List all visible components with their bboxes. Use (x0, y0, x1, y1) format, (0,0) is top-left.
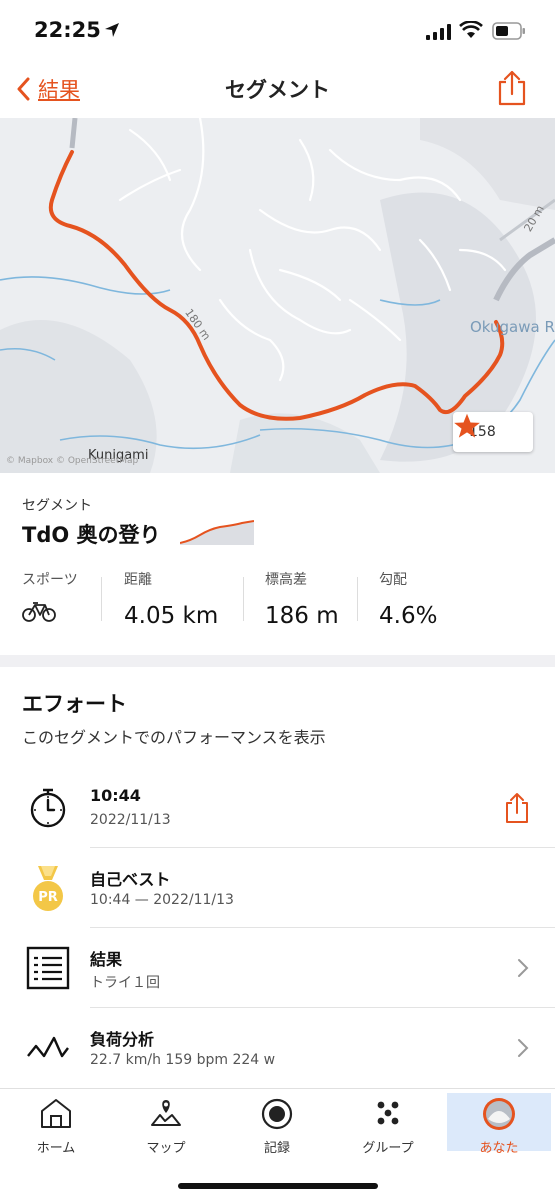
stat-sport-label: スポーツ (22, 572, 78, 588)
analysis-graph-icon (27, 1036, 69, 1058)
share-icon[interactable] (505, 792, 529, 824)
chevron-right-icon (518, 959, 529, 977)
effort-row-results[interactable]: 結果 トライ１回 (0, 928, 555, 1008)
map-copyright: © Mapbox © OpenStreetMap (6, 456, 139, 466)
effort-row-personal-best[interactable]: PR 自己ベスト 10:44 — 2022/11/13 (0, 848, 555, 928)
results-list-icon (26, 946, 70, 990)
groups-icon (377, 1101, 399, 1125)
segment-name: TdO 奥の登り (22, 523, 161, 547)
battery-icon (492, 22, 525, 40)
results-title: 結果 (90, 950, 123, 969)
tab-you-label: あなた (479, 1141, 519, 1156)
wifi-icon (459, 21, 483, 38)
stat-grade-label: 勾配 (379, 572, 407, 588)
bicycle-icon (22, 602, 56, 622)
segment-label: セグメント (22, 498, 92, 514)
personal-best-detail: 10:44 — 2022/11/13 (90, 892, 234, 908)
personal-best-title: 自己ベスト (90, 870, 171, 889)
stat-sport: スポーツ (22, 569, 78, 627)
avatar (483, 1098, 515, 1130)
segment-info: セグメント TdO 奥の登り スポーツ 距離 4.05 km 標高差 186 m… (0, 473, 555, 655)
stat-elevation-value: 186 m (265, 603, 339, 629)
tab-record[interactable]: 記録 (225, 1093, 329, 1156)
tab-record-label: 記録 (263, 1141, 290, 1156)
stopwatch-icon (30, 788, 66, 828)
tab-map-label: マップ (146, 1141, 186, 1156)
effort-row-analysis[interactable]: 負荷分析 22.7 km/h 159 bpm 224 w (0, 1008, 555, 1088)
navigation-bar: 結果 セグメント (0, 62, 555, 118)
stat-distance-value: 4.05 km (124, 603, 219, 629)
page-title: セグメント (225, 78, 330, 102)
efforts-heading: エフォート (22, 692, 127, 716)
chevron-right-icon (518, 1039, 529, 1057)
stat-divider (357, 577, 358, 621)
stat-divider (243, 577, 244, 621)
map-label-okugawa: Okugawa R (470, 318, 555, 336)
analysis-title: 負荷分析 (90, 1030, 155, 1049)
stat-grade: 勾配 4.6% (379, 569, 437, 629)
location-arrow-icon (105, 23, 119, 37)
cellular-signal-icon (426, 24, 451, 40)
star-count-badge[interactable]: 158 (453, 412, 533, 452)
status-time: 22:25 (34, 18, 101, 42)
effort-row-time[interactable]: 10:44 2022/11/13 (0, 768, 555, 848)
stat-grade-value: 4.6% (379, 603, 438, 629)
segment-map[interactable]: Kunigami Okugawa R 180 m 20 m © Mapbox ©… (0, 118, 555, 473)
analysis-detail: 22.7 km/h 159 bpm 224 w (90, 1052, 276, 1068)
record-icon (261, 1098, 293, 1130)
elevation-profile-icon (180, 520, 254, 545)
results-attempts: トライ１回 (90, 975, 160, 991)
star-icon (454, 413, 480, 438)
home-icon (41, 1099, 71, 1128)
home-indicator (178, 1183, 378, 1189)
stat-divider (101, 577, 102, 621)
tab-you[interactable]: あなた (447, 1093, 551, 1156)
tab-home[interactable]: ホーム (4, 1093, 108, 1156)
status-bar: 22:25 (0, 0, 555, 62)
tab-groups-label: グループ (362, 1141, 414, 1156)
efforts-subtitle: このセグメントでのパフォーマンスを表示 (22, 728, 326, 747)
stat-elevation: 標高差 186 m (265, 569, 339, 629)
tab-map[interactable]: マップ (114, 1093, 218, 1156)
stat-distance: 距離 4.05 km (124, 569, 218, 629)
tab-home-label: ホーム (36, 1141, 76, 1156)
stat-elevation-label: 標高差 (265, 572, 307, 588)
effort-date: 2022/11/13 (90, 812, 171, 828)
section-separator (0, 655, 555, 667)
tab-groups[interactable]: グループ (336, 1093, 440, 1156)
map-icon (151, 1100, 181, 1126)
stat-distance-label: 距離 (124, 572, 152, 588)
share-icon[interactable] (497, 70, 527, 106)
effort-time: 10:44 (90, 786, 141, 805)
pr-badge-label: PR (38, 890, 58, 905)
